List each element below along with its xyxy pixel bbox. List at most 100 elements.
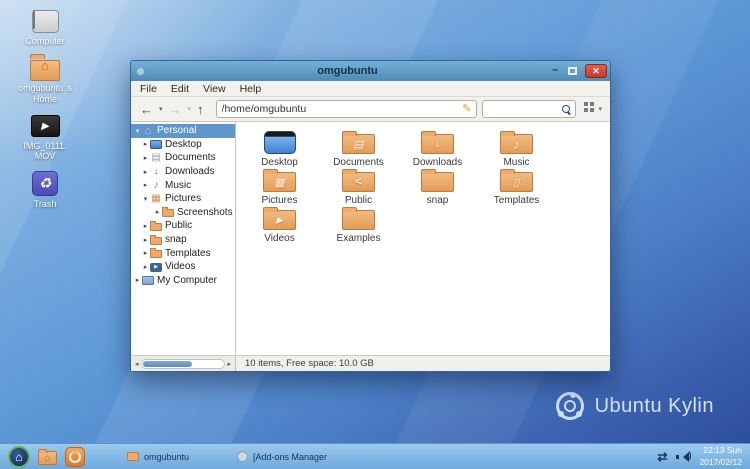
search-icon[interactable] xyxy=(561,104,571,114)
desktop-icon-glyph xyxy=(32,10,59,33)
sidebar-item[interactable]: Downloads xyxy=(131,165,235,179)
menubar: FileEditViewHelp xyxy=(131,81,610,97)
sidebar-horizontal-scrollbar[interactable]: ◂ ▸ xyxy=(131,356,236,371)
forward-button[interactable]: → xyxy=(166,103,185,116)
sidebar-item[interactable]: Public xyxy=(131,219,235,233)
expander-icon[interactable] xyxy=(141,195,150,203)
scroll-right-arrow[interactable]: ▸ xyxy=(225,360,233,368)
sidebar-item-icon xyxy=(150,263,162,272)
system-tray: 22:13 Sun 2017/02/12 xyxy=(657,445,742,467)
menu-item[interactable]: Edit xyxy=(164,83,196,95)
tray-icon[interactable] xyxy=(657,450,667,464)
folder-icon xyxy=(342,172,375,192)
sidebar-item-icon xyxy=(142,276,154,285)
sidebar-item[interactable]: Documents xyxy=(131,151,235,165)
file-item[interactable]: Pictures xyxy=(240,168,319,206)
scrollbar-track[interactable] xyxy=(141,359,226,369)
launcher-icon[interactable] xyxy=(38,449,57,465)
expander-icon[interactable] xyxy=(141,181,150,189)
menu-item[interactable]: View xyxy=(196,83,233,95)
file-item-label: Documents xyxy=(333,157,384,168)
desktop-icon[interactable]: Computer xyxy=(15,8,75,46)
sidebar-item[interactable]: Music xyxy=(131,178,235,192)
expander-icon[interactable] xyxy=(141,222,150,230)
folder-emblem-icon xyxy=(422,135,453,153)
close-button[interactable]: ✕ xyxy=(585,64,607,78)
expander-icon[interactable] xyxy=(133,276,142,284)
file-item[interactable]: Videos xyxy=(240,206,319,244)
titlebar[interactable]: omgubuntu – ✕ xyxy=(131,61,610,81)
expander-icon[interactable] xyxy=(133,127,142,135)
desktop-icon[interactable]: IMG_0111. MOV xyxy=(15,113,75,162)
scroll-left-arrow[interactable]: ◂ xyxy=(133,360,141,368)
minimize-button[interactable]: – xyxy=(550,66,560,76)
clock[interactable]: 22:13 Sun 2017/02/12 xyxy=(699,445,742,467)
file-item[interactable]: Examples xyxy=(319,206,398,244)
desktop-icon[interactable]: omgubuntu' s Home xyxy=(15,55,75,104)
taskbar-window-button[interactable]: omgubuntu xyxy=(123,447,221,467)
scrollbar-thumb[interactable] xyxy=(143,361,193,367)
desktop: Computer omgubuntu' s Home IMG_0111. MOV… xyxy=(0,0,750,469)
back-button[interactable]: ← xyxy=(137,103,156,116)
launcher-icon[interactable] xyxy=(8,446,30,468)
search-box[interactable] xyxy=(482,100,576,118)
file-item[interactable]: Downloads xyxy=(398,130,477,168)
sidebar-item-label: My Computer xyxy=(157,275,217,286)
sidebar-item[interactable]: Screenshots xyxy=(131,206,235,220)
path-bar[interactable]: /home/omgubuntu ✎ xyxy=(216,100,478,118)
expander-icon[interactable] xyxy=(141,140,150,148)
sidebar-item[interactable]: Videos xyxy=(131,260,235,274)
sidebar-item[interactable]: My Computer xyxy=(131,274,235,288)
sidebar-item[interactable]: Personal xyxy=(131,124,235,138)
file-item-label: snap xyxy=(427,195,449,206)
file-item-label: Public xyxy=(345,195,372,206)
sidebar-item[interactable]: Templates xyxy=(131,246,235,260)
folder-icon xyxy=(264,131,296,154)
file-item[interactable]: Music xyxy=(477,130,556,168)
folder-emblem-icon xyxy=(501,135,532,153)
file-item[interactable]: Public xyxy=(319,168,398,206)
sidebar-item[interactable]: Pictures xyxy=(131,192,235,206)
desktop-icon-glyph xyxy=(31,115,60,137)
sidebar-item-label: Personal xyxy=(157,125,196,136)
path-text[interactable]: /home/omgubuntu xyxy=(222,103,463,115)
file-item-label: Desktop xyxy=(261,157,298,168)
launcher-icon[interactable] xyxy=(65,447,85,467)
task-icon xyxy=(127,452,139,461)
file-item[interactable]: snap xyxy=(398,168,477,206)
up-button[interactable]: ↑ xyxy=(194,103,207,116)
menu-item[interactable]: Help xyxy=(233,83,269,95)
folder-icon xyxy=(342,210,375,230)
menu-item[interactable]: File xyxy=(133,83,164,95)
tray-icon[interactable] xyxy=(675,451,691,463)
taskbar-window-button[interactable]: [Add-ons Manager - ... xyxy=(233,447,331,467)
expander-icon[interactable] xyxy=(153,208,162,216)
view-mode-button[interactable]: ▾ xyxy=(582,103,604,115)
file-item[interactable]: Desktop xyxy=(240,130,319,168)
expander-icon[interactable] xyxy=(141,154,150,162)
desktop-icon-list: Computer omgubuntu' s Home IMG_0111. MOV… xyxy=(15,8,75,218)
file-item[interactable]: Documents xyxy=(319,130,398,168)
ubuntu-kylin-watermark: Ubuntu Kylin xyxy=(556,392,714,420)
sidebar-item[interactable]: snap xyxy=(131,233,235,247)
maximize-button[interactable] xyxy=(568,67,577,75)
desktop-icon[interactable]: Trash xyxy=(15,171,75,209)
window-icon xyxy=(136,67,145,76)
expander-icon[interactable] xyxy=(141,249,150,257)
expander-icon[interactable] xyxy=(141,263,150,271)
expander-icon[interactable] xyxy=(141,236,150,244)
expander-icon[interactable] xyxy=(141,168,150,176)
search-input[interactable] xyxy=(487,104,561,115)
sidebar-item[interactable]: Desktop xyxy=(131,138,235,152)
edit-path-icon[interactable]: ✎ xyxy=(462,104,471,115)
back-history-caret[interactable]: ▾ xyxy=(157,105,165,113)
file-item[interactable]: Templates xyxy=(477,168,556,206)
file-view[interactable]: Desktop Documents Downloads xyxy=(236,122,610,355)
sidebar-item-label: Downloads xyxy=(165,166,214,177)
grid-view-icon xyxy=(584,102,588,106)
folder-icon xyxy=(342,134,375,154)
sidebar-item-label: Desktop xyxy=(165,139,202,150)
forward-history-caret[interactable]: ▾ xyxy=(186,105,194,113)
clock-time: 22:13 Sun xyxy=(703,445,742,455)
taskbar-tasks: omgubuntu [Add-ons Manager - ... xyxy=(123,447,331,467)
